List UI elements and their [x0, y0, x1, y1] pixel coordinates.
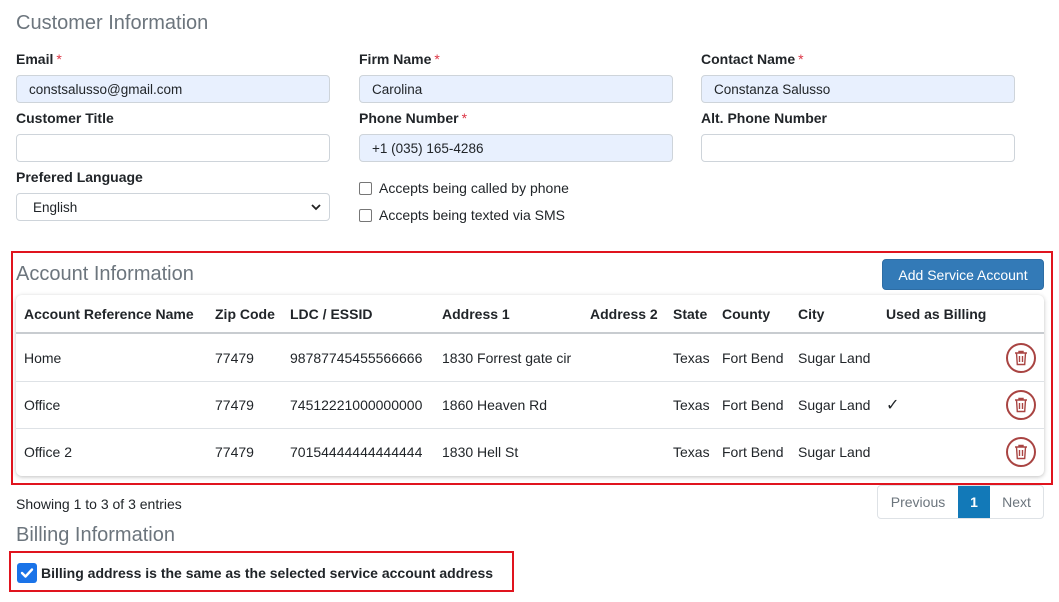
- contact-name-field[interactable]: [701, 75, 1015, 103]
- cell-county: Fort Bend: [722, 444, 784, 460]
- delete-row-button[interactable]: [1006, 390, 1036, 420]
- customer-title-label: Customer Title: [16, 110, 114, 126]
- required-mark: *: [798, 51, 804, 67]
- col-header-state: State: [673, 306, 708, 322]
- firm-name-field[interactable]: [359, 75, 673, 103]
- required-mark: *: [434, 51, 440, 67]
- called-checkbox[interactable]: [359, 181, 372, 195]
- cell-reference: Home: [24, 350, 62, 366]
- language-select[interactable]: English: [16, 193, 330, 221]
- cell-city: Sugar Land: [798, 350, 871, 366]
- cell-zip: 77479: [215, 444, 254, 460]
- called-checkbox-label: Accepts being called by phone: [379, 180, 569, 196]
- trash-icon: [1015, 350, 1027, 366]
- alt-phone-label: Alt. Phone Number: [701, 110, 828, 126]
- email-label-text: Email: [16, 51, 54, 67]
- firm-label: Firm Name *: [359, 51, 440, 67]
- cell-city: Sugar Land: [798, 444, 871, 460]
- cell-zip: 77479: [215, 397, 254, 413]
- col-header-city: City: [798, 306, 825, 322]
- cell-reference: Office 2: [24, 444, 72, 460]
- texted-via-sms-option[interactable]: Accepts being texted via SMS: [359, 207, 565, 223]
- contact-label-text: Contact Name: [701, 51, 796, 67]
- alt-phone-field[interactable]: [701, 134, 1015, 162]
- pagination-page-1[interactable]: 1: [958, 486, 990, 518]
- cell-ldc: 98787745455566666: [290, 350, 423, 366]
- row-divider: [16, 428, 1044, 429]
- row-divider: [16, 381, 1044, 382]
- cell-county: Fort Bend: [722, 350, 784, 366]
- delete-row-button[interactable]: [1006, 437, 1036, 467]
- firm-label-text: Firm Name: [359, 51, 432, 67]
- pagination-previous[interactable]: Previous: [878, 486, 958, 518]
- billing-same-label: Billing address is the same as the selec…: [41, 565, 494, 581]
- account-table: Account Reference Name Zip Code LDC / ES…: [16, 295, 1044, 476]
- email-label: Email *: [16, 51, 62, 67]
- account-section-title: Account Information: [16, 263, 194, 285]
- cell-ldc: 70154444444444444: [290, 444, 423, 460]
- cell-ldc: 74512221000000000: [290, 397, 423, 413]
- phone-number-field[interactable]: [359, 134, 673, 162]
- cell-zip: 77479: [215, 350, 254, 366]
- contact-label: Contact Name *: [701, 51, 804, 67]
- cell-address1: 1830 Forrest gate cir: [442, 350, 572, 366]
- cell-reference: Office: [24, 397, 61, 413]
- col-header-zip: Zip Code: [215, 306, 275, 322]
- pagination: Previous 1 Next: [877, 485, 1044, 519]
- col-header-reference: Account Reference Name: [24, 306, 194, 322]
- billing-check-icon: ✓: [886, 397, 900, 414]
- col-header-billing: Used as Billing: [886, 306, 987, 322]
- called-by-phone-option[interactable]: Accepts being called by phone: [359, 180, 569, 196]
- trash-icon: [1015, 397, 1027, 413]
- delete-row-button[interactable]: [1006, 343, 1036, 373]
- required-mark: *: [56, 51, 62, 67]
- email-field[interactable]: [16, 75, 330, 103]
- customer-section-title: Customer Information: [16, 12, 209, 34]
- phone-label: Phone Number *: [359, 110, 467, 126]
- cell-state: Texas: [673, 397, 710, 413]
- language-select-value: English: [33, 199, 78, 215]
- cell-address1: 1830 Hell St: [442, 444, 519, 460]
- header-divider: [16, 332, 1044, 334]
- checkmark-icon: [20, 568, 34, 578]
- cell-city: Sugar Land: [798, 397, 871, 413]
- col-header-ldc: LDC / ESSID: [290, 306, 373, 322]
- billing-same-checkbox[interactable]: [17, 563, 37, 583]
- texted-checkbox-label: Accepts being texted via SMS: [379, 207, 565, 223]
- language-label: Prefered Language: [16, 169, 143, 185]
- trash-icon: [1015, 444, 1027, 460]
- col-header-county: County: [722, 306, 771, 322]
- chevron-down-icon: [311, 204, 321, 211]
- required-mark: *: [461, 110, 468, 126]
- col-header-address2: Address 2: [590, 306, 658, 322]
- cell-address1: 1860 Heaven Rd: [442, 397, 548, 413]
- phone-label-text: Phone Number: [359, 110, 459, 126]
- col-header-address1: Address 1: [442, 306, 510, 322]
- cell-state: Texas: [673, 444, 710, 460]
- cell-county: Fort Bend: [722, 397, 784, 413]
- texted-checkbox[interactable]: [359, 208, 372, 222]
- billing-section-title: Billing Information: [16, 524, 175, 546]
- customer-title-field[interactable]: [16, 134, 330, 162]
- add-service-account-button[interactable]: Add Service Account: [882, 259, 1044, 290]
- cell-state: Texas: [673, 350, 710, 366]
- pagination-next[interactable]: Next: [990, 486, 1043, 518]
- table-info: Showing 1 to 3 of 3 entries: [16, 496, 182, 512]
